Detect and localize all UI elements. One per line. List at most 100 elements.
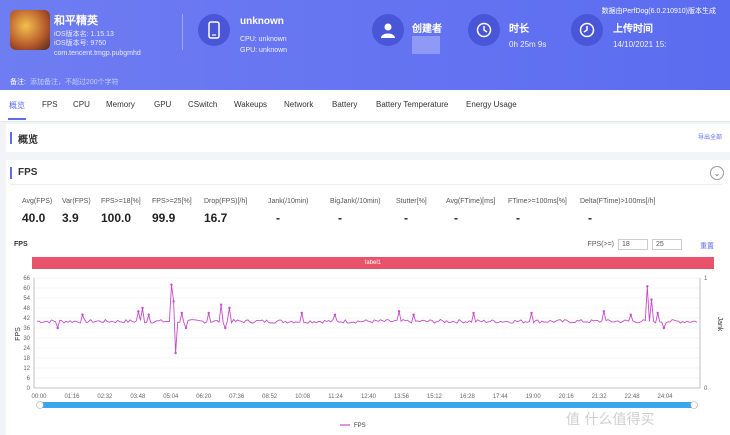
stat-label: Avg(FTime)[ms]: [446, 198, 496, 205]
threshold-input-2[interactable]: 25: [652, 239, 682, 250]
stat-value: -: [404, 211, 408, 225]
fps-point: [662, 326, 666, 330]
fps-section: FPS ⌄ Avg(FPS) 40.0 Var(FPS) 3.9 FPS>=18[%] 1…: [6, 160, 730, 435]
stat-label: FTime>=100ms[%]: [508, 198, 567, 205]
y-tick-label: 0: [27, 386, 31, 392]
tab-energy-usage[interactable]: Energy Usage: [466, 100, 517, 109]
y-tick-label: 60: [23, 286, 30, 292]
fps-point: [629, 313, 632, 316]
y-tick-label: 42: [23, 316, 30, 322]
stat-label: FPS>=25[%]: [152, 198, 192, 205]
x-tick-label: 12:40: [361, 394, 377, 400]
fps-point: [180, 311, 184, 315]
y-tick-label: 36: [23, 326, 30, 332]
fps-point: [412, 313, 415, 316]
stat-label: FPS>=18[%]: [101, 198, 141, 205]
stat-label: Delta(FTime)>100ms[/h]: [580, 198, 656, 205]
stat-4: Drop(FPS)[/h] 16.7: [204, 198, 247, 225]
tab-cswitch[interactable]: CSwitch: [188, 100, 217, 109]
tab-cpu[interactable]: CPU: [73, 100, 90, 109]
fps-point: [224, 326, 227, 330]
reset-button[interactable]: 重置: [700, 241, 714, 251]
y-tick-label: 12: [23, 366, 30, 372]
stat-3: FPS>=25[%] 99.9: [152, 198, 192, 225]
tab-network[interactable]: Network: [284, 100, 313, 109]
y-tick-label: 6: [27, 376, 31, 382]
phone-icon: [198, 14, 230, 46]
creator-value-redacted: [412, 36, 440, 54]
x-tick-label: 11:24: [328, 394, 343, 400]
active-tab-indicator: [8, 118, 26, 120]
x-tick-label: 13:56: [394, 394, 410, 400]
threshold-label: FPS(>=): [587, 241, 614, 248]
stat-value: 40.0: [22, 211, 46, 225]
fps-point: [81, 313, 84, 316]
fps-point: [650, 298, 653, 301]
export-all-link[interactable]: 导出全部: [698, 132, 722, 141]
report-header: 和平精英 iOS版本名: 1.15.13 iOS版本号: 9750 com.te…: [0, 0, 730, 90]
fps-point: [656, 311, 659, 315]
ios-code: iOS版本号: 9750: [54, 40, 107, 47]
x-tick-label: 01:16: [64, 394, 80, 400]
collapse-icon[interactable]: ⌄: [710, 166, 724, 180]
fps-point: [472, 311, 475, 315]
watermark: 值 什么值得买: [566, 411, 654, 428]
tab-overview[interactable]: 概览: [9, 100, 25, 111]
overview-section: 概览 导出全部: [6, 124, 730, 152]
y-tick-label: 54: [23, 296, 30, 302]
fps-point: [207, 311, 210, 315]
tab-battery-temperature[interactable]: Battery Temperature: [376, 100, 448, 109]
x-tick-label: 05:04: [163, 394, 179, 400]
stat-value: -: [338, 211, 342, 225]
x-tick-label: 06:20: [196, 394, 212, 400]
tab-memory[interactable]: Memory: [106, 100, 135, 109]
stat-label: BigJank(/10min): [330, 198, 381, 205]
tab-battery[interactable]: Battery: [332, 100, 357, 109]
upload-time-icon: [571, 14, 603, 46]
note-label: 备注:: [10, 79, 26, 86]
fps-point: [530, 311, 533, 315]
creator-label: 创建者: [412, 24, 442, 35]
label-bar[interactable]: label1: [32, 257, 714, 269]
duration-label: 时长: [509, 24, 529, 35]
fps-point: [174, 351, 177, 355]
stat-value: 16.7: [204, 211, 228, 225]
fps-section-title: FPS: [18, 167, 38, 178]
fps-threshold-controls: FPS(>=) 18 25: [588, 239, 682, 250]
y-tick-label: 24: [23, 346, 30, 352]
x-tick-label: 03:48: [130, 394, 146, 400]
stat-9: FTime>=100ms[%] -: [508, 198, 567, 225]
stat-label: Var(FPS): [62, 198, 91, 205]
fps-point: [333, 313, 337, 316]
stat-label: Drop(FPS)[/h]: [204, 198, 248, 205]
y-tick-label: 48: [23, 306, 30, 312]
y-tick-label: 66: [23, 276, 30, 282]
threshold-input-1[interactable]: 18: [618, 239, 648, 250]
stat-10: Delta(FTime)>100ms[/h] -: [580, 198, 655, 225]
device-gpu: GPU: unknown: [240, 47, 288, 54]
fps-point: [170, 283, 173, 286]
stat-0: Avg(FPS) 40.0: [22, 198, 52, 225]
slider-handle-left: [36, 401, 44, 409]
note-row[interactable]: 备注: 添加备注，不超过200个字符: [10, 77, 119, 87]
package-name: com.tencent.tmgp.pubgmhd: [54, 50, 141, 57]
section-marker: [10, 132, 12, 144]
tab-wakeups[interactable]: Wakeups: [234, 100, 267, 109]
fps-chart: 0 6 12 18 24 30 36 42 48 54 60 66 1 0 FPS Jank 00:00 01:1…: [15, 276, 723, 429]
fps-point: [646, 285, 649, 288]
clock-icon: [468, 14, 500, 46]
tab-fps[interactable]: FPS: [42, 100, 58, 109]
fps-point: [137, 310, 140, 313]
x-tick-label: 24:04: [657, 394, 673, 400]
stat-value: 99.9: [152, 211, 176, 225]
x-tick-label: 17:44: [493, 394, 509, 400]
y-tick-label: 18: [23, 356, 30, 362]
chart-title: FPS: [14, 241, 28, 248]
tab-gpu[interactable]: GPU: [154, 100, 171, 109]
upload-value: 14/10/2021 15:: [613, 40, 667, 49]
y2-axis-label: Jank: [716, 317, 723, 332]
game-name: 和平精英: [54, 15, 98, 27]
stat-label: Stutter[%]: [396, 198, 427, 205]
x-tick-label: 20:16: [559, 394, 575, 400]
note-input[interactable]: 添加备注，不超过200个字符: [30, 79, 119, 86]
